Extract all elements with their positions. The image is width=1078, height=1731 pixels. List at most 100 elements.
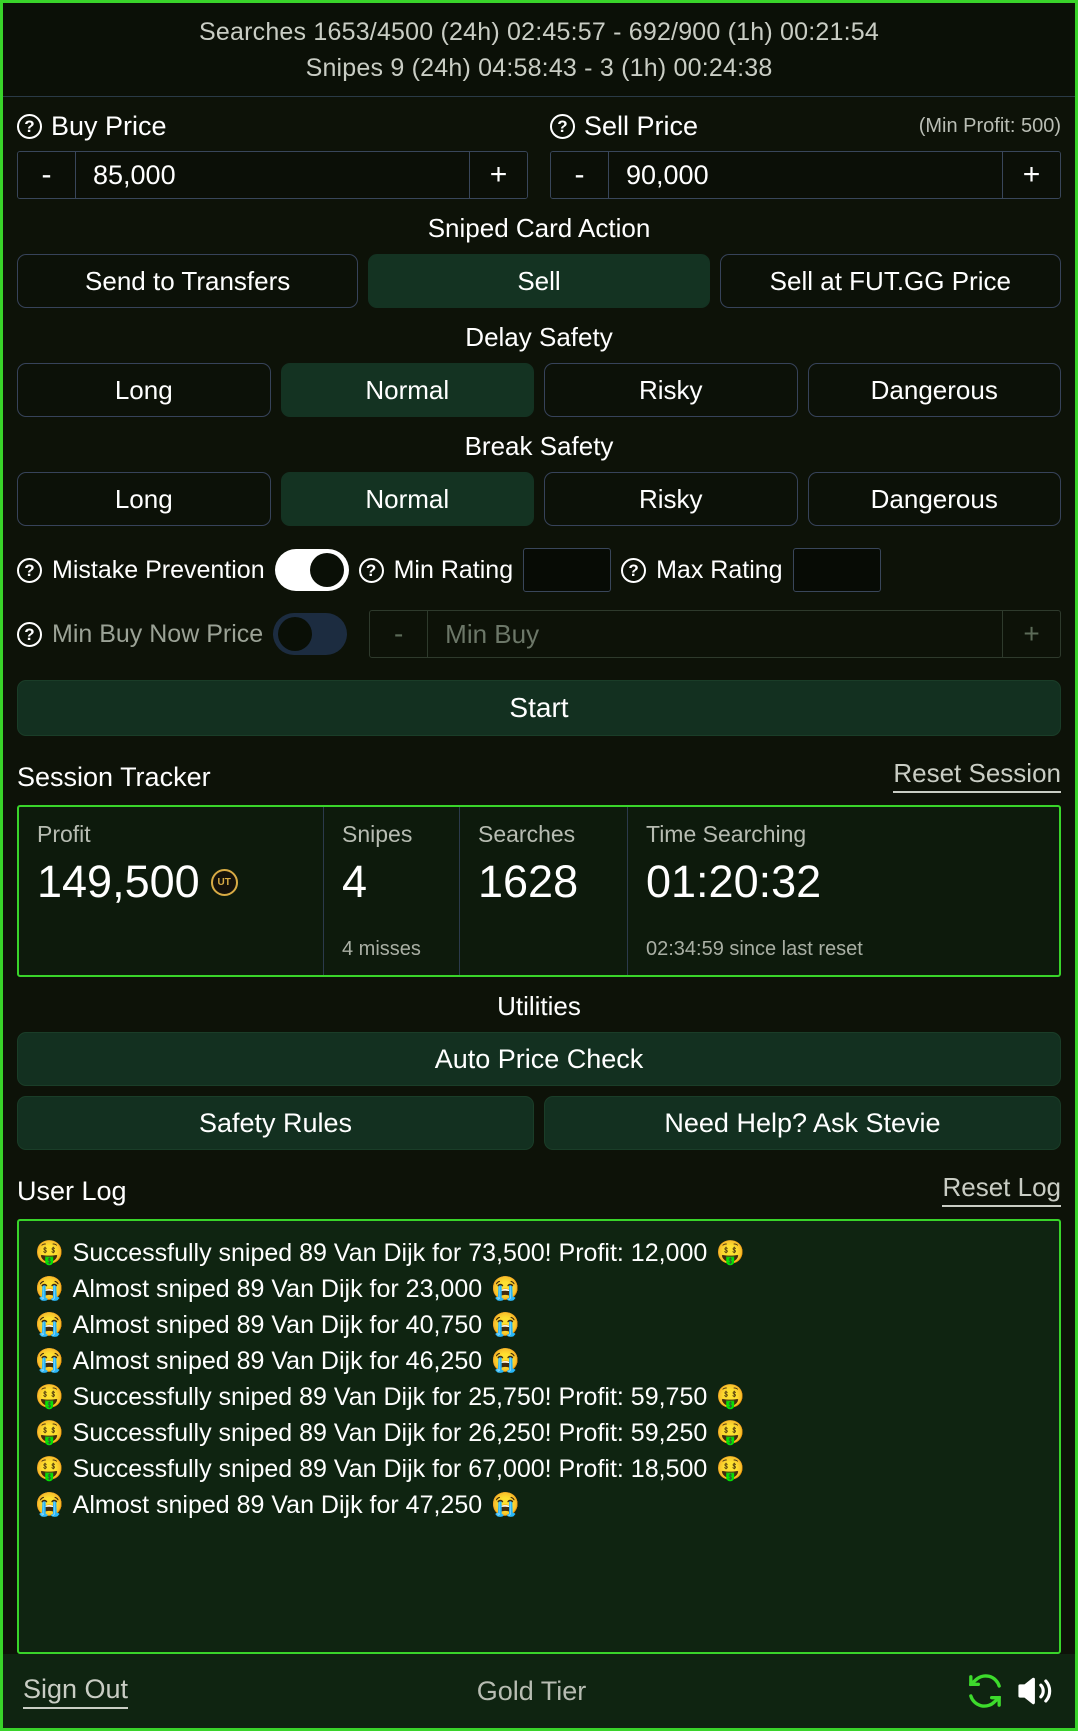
log-entry: 🤑 Successfully sniped 89 Van Dijk for 67… xyxy=(35,1451,1049,1487)
sell-price-input[interactable]: 90,000 xyxy=(609,152,1002,198)
sell-price-decrement-button[interactable]: - xyxy=(551,152,609,198)
help-icon[interactable]: ? xyxy=(17,621,42,647)
settings-row: ? Mistake Prevention ? Min Rating ? Max … xyxy=(3,548,1075,592)
reset-log-button[interactable]: Reset Log xyxy=(942,1172,1061,1207)
min-buy-decrement-button[interactable]: - xyxy=(370,611,429,657)
max-rating-label: Max Rating xyxy=(656,555,783,584)
utilities-section: Utilities Auto Price Check Safety Rules … xyxy=(3,977,1075,1150)
min-buy-increment-button[interactable]: + xyxy=(1002,611,1060,657)
time-searching-value: 01:20:32 xyxy=(646,856,822,907)
help-icon[interactable]: ? xyxy=(621,557,647,583)
log-entry-text: Successfully sniped 89 Van Dijk for 67,0… xyxy=(72,1455,708,1483)
delay-safety-risky[interactable]: Risky xyxy=(544,363,798,417)
ask-stevie-button[interactable]: Need Help? Ask Stevie xyxy=(544,1096,1061,1150)
searches-label: Searches xyxy=(478,821,576,847)
crying-face-icon: 😭 xyxy=(35,1311,64,1338)
break-safety-long[interactable]: Long xyxy=(17,472,271,526)
break-safety-risky[interactable]: Risky xyxy=(544,472,798,526)
sniped-action-sell-at-futgg-price[interactable]: Sell at FUT.GG Price xyxy=(719,254,1061,308)
break-safety-dangerous[interactable]: Dangerous xyxy=(807,472,1061,526)
log-entry-text: Almost sniped 89 Van Dijk for 46,250 xyxy=(72,1347,483,1375)
toggle-knob xyxy=(309,553,344,587)
crying-face-icon: 😭 xyxy=(35,1275,64,1302)
user-log-header: User Log Reset Log xyxy=(3,1172,1075,1207)
crying-face-icon: 😭 xyxy=(491,1311,520,1338)
time-searching-label: Time Searching xyxy=(646,821,807,847)
log-entry-text: Almost sniped 89 Van Dijk for 40,750 xyxy=(72,1311,483,1339)
max-rating-input[interactable] xyxy=(792,548,881,592)
min-buy-now-label: Min Buy Now Price xyxy=(52,619,264,648)
stats-header: Searches 1653/4500 (24h) 02:45:57 - 692/… xyxy=(3,3,1075,97)
profit-value-row: 149,500 UT xyxy=(37,856,323,908)
footer: Sign Out Gold Tier xyxy=(3,1654,1075,1728)
reset-session-button[interactable]: Reset Session xyxy=(893,758,1061,793)
delay-safety-title: Delay Safety xyxy=(465,322,613,352)
sell-price-label: Sell Price xyxy=(584,111,699,141)
log-entry: 🤑 Successfully sniped 89 Van Dijk for 26… xyxy=(35,1415,1049,1451)
money-face-icon: 🤑 xyxy=(716,1455,745,1482)
safety-rules-button[interactable]: Safety Rules xyxy=(17,1096,534,1150)
utilities-title: Utilities xyxy=(497,991,581,1021)
buy-price-stepper: - 85,000 + xyxy=(17,151,528,199)
money-face-icon: 🤑 xyxy=(35,1455,64,1482)
buy-price-increment-button[interactable]: + xyxy=(469,152,527,198)
money-face-icon: 🤑 xyxy=(716,1239,745,1266)
mistake-prevention-toggle[interactable] xyxy=(274,549,349,591)
sniped-action-sell[interactable]: Sell xyxy=(368,254,710,308)
log-entry: 🤑 Successfully sniped 89 Van Dijk for 25… xyxy=(35,1379,1049,1415)
help-icon[interactable]: ? xyxy=(17,114,42,139)
buy-price-input[interactable]: 85,000 xyxy=(76,152,469,198)
log-entry: 😭 Almost sniped 89 Van Dijk for 40,750 😭 xyxy=(35,1307,1049,1343)
money-face-icon: 🤑 xyxy=(716,1383,745,1410)
money-face-icon: 🤑 xyxy=(716,1419,745,1446)
session-tracker-title: Session Tracker xyxy=(17,762,211,792)
log-entry-text: Almost sniped 89 Van Dijk for 47,250 xyxy=(72,1491,483,1519)
delay-safety-group: Long Normal Risky Dangerous xyxy=(17,363,1061,417)
break-safety-normal[interactable]: Normal xyxy=(280,472,534,526)
session-tracker-header: Session Tracker Reset Session xyxy=(3,758,1075,793)
money-face-icon: 🤑 xyxy=(35,1383,64,1410)
crying-face-icon: 😭 xyxy=(491,1275,520,1302)
min-buy-input[interactable]: Min Buy xyxy=(428,611,1002,657)
help-icon[interactable]: ? xyxy=(17,557,42,583)
tracker-cell-profit: Profit 149,500 UT xyxy=(19,807,324,975)
help-icon[interactable]: ? xyxy=(550,114,575,139)
searches-value: 1628 xyxy=(478,856,579,907)
break-safety-section: Break Safety Long Normal Risky Dangerous xyxy=(3,417,1075,526)
sound-on-icon[interactable] xyxy=(1015,1671,1055,1711)
tracker-cell-snipes: Snipes 4 4 misses xyxy=(324,807,460,975)
sniped-card-action-title: Sniped Card Action xyxy=(427,213,651,243)
delay-safety-normal[interactable]: Normal xyxy=(280,363,534,417)
user-log-box[interactable]: 🤑 Successfully sniped 89 Van Dijk for 73… xyxy=(17,1219,1061,1654)
price-row: ? Buy Price - 85,000 + ? Sell Price (Min… xyxy=(3,97,1075,199)
log-entry-text: Successfully sniped 89 Van Dijk for 73,5… xyxy=(72,1239,708,1267)
sniped-action-send-to-transfers[interactable]: Send to Transfers xyxy=(17,254,359,308)
buy-price-label-row: ? Buy Price xyxy=(17,111,528,142)
snipes-label: Snipes xyxy=(342,821,413,847)
buy-price-decrement-button[interactable]: - xyxy=(18,152,76,198)
delay-safety-long[interactable]: Long xyxy=(17,363,271,417)
log-entry-text: Successfully sniped 89 Van Dijk for 25,7… xyxy=(72,1383,708,1411)
tracker-cell-time-searching: Time Searching 01:20:32 02:34:59 since l… xyxy=(628,807,1059,975)
start-button[interactable]: Start xyxy=(17,680,1061,736)
delay-safety-dangerous[interactable]: Dangerous xyxy=(807,363,1061,417)
help-icon[interactable]: ? xyxy=(358,557,384,583)
min-rating-label: Min Rating xyxy=(393,555,514,584)
ut-coin-icon: UT xyxy=(210,868,238,896)
searches-stats-line: Searches 1653/4500 (24h) 02:45:57 - 692/… xyxy=(199,18,879,46)
min-buy-now-toggle[interactable] xyxy=(273,613,348,655)
refresh-icon[interactable] xyxy=(965,1671,1005,1711)
min-rating-input[interactable] xyxy=(523,548,612,592)
log-entry: 😭 Almost sniped 89 Van Dijk for 47,250 😭 xyxy=(35,1487,1049,1523)
snipes-value: 4 xyxy=(342,856,368,907)
auto-price-check-button[interactable]: Auto Price Check xyxy=(17,1032,1061,1086)
log-entry: 😭 Almost sniped 89 Van Dijk for 23,000 😭 xyxy=(35,1271,1049,1307)
session-tracker-panel: Profit 149,500 UT Snipes 4 4 misses Sear… xyxy=(17,805,1061,977)
sell-price-increment-button[interactable]: + xyxy=(1002,152,1060,198)
sniped-card-action-group: Send to Transfers Sell Sell at FUT.GG Pr… xyxy=(17,254,1061,308)
sell-price-stepper: - 90,000 + xyxy=(550,151,1061,199)
snipes-stats-line: Snipes 9 (24h) 04:58:43 - 3 (1h) 00:24:3… xyxy=(305,53,773,82)
money-face-icon: 🤑 xyxy=(35,1239,64,1266)
profit-value: 149,500 xyxy=(37,856,200,907)
log-entry-text: Successfully sniped 89 Van Dijk for 26,2… xyxy=(72,1419,708,1447)
